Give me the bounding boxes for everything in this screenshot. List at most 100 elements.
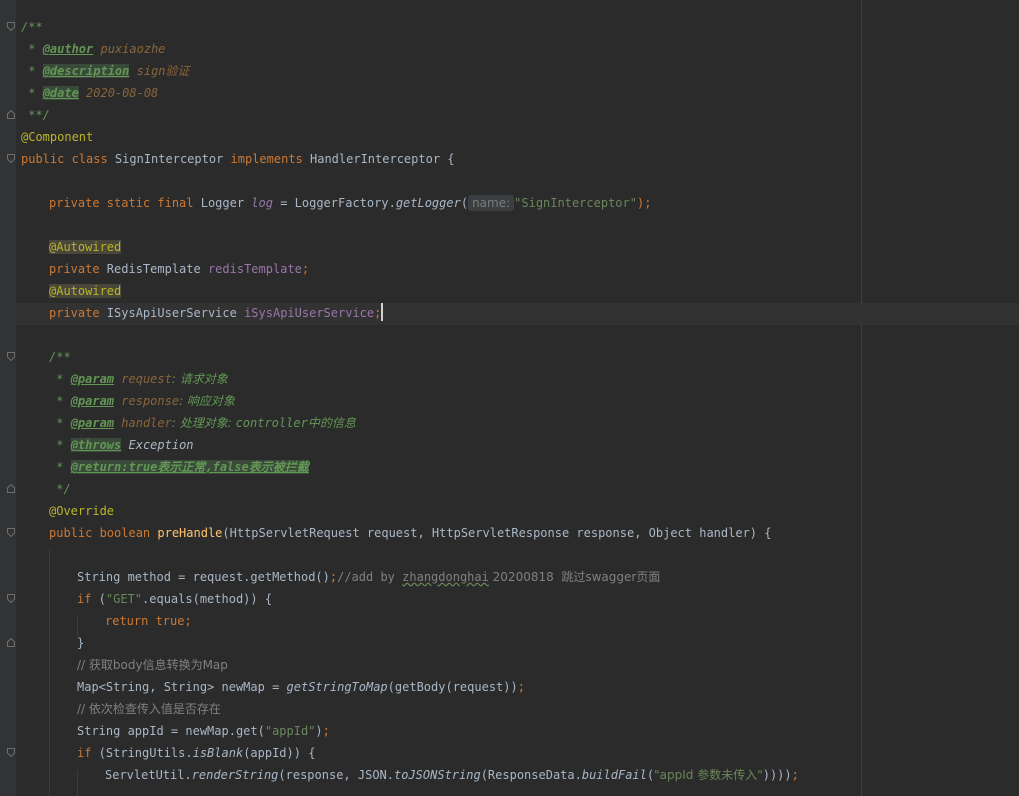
code-line[interactable]: @Component (21, 126, 93, 148)
keyword: return true (105, 614, 185, 628)
code-text: .equals(method)) { (142, 592, 273, 606)
code-line[interactable]: @Override (49, 500, 114, 522)
code-text: ( (91, 592, 106, 606)
fold-collapse-icon[interactable] (7, 528, 15, 537)
code-text: (response, JSON. (278, 768, 394, 782)
text-caret (381, 303, 384, 321)
static-method: buildFail (581, 768, 647, 782)
static-method: renderString (191, 768, 279, 782)
static-field: log (251, 196, 273, 210)
fold-collapse-icon[interactable] (7, 352, 15, 361)
code-line[interactable]: // 依次检查传入值是否存在 (77, 698, 221, 720)
field-name: redisTemplate (207, 262, 302, 276)
code-line[interactable]: * @return:true表示正常,false表示被拦截 (49, 456, 309, 478)
comment-username: zhangdonghai (402, 570, 489, 584)
code-line[interactable]: private static final Logger log = Logger… (49, 192, 651, 214)
code-line[interactable]: ServletUtil.renderString(response, JSON.… (105, 764, 799, 786)
code-line[interactable]: **/ (21, 104, 50, 126)
javadoc-tag: @param (70, 372, 115, 386)
javadoc-value: 2020-08-08 (78, 86, 159, 100)
fold-expand-end-icon[interactable] (7, 110, 15, 119)
fold-collapse-icon[interactable] (7, 594, 15, 603)
keyword: if (77, 746, 92, 760)
code-line[interactable]: public boolean preHandle(HttpServletRequ… (49, 522, 771, 544)
javadoc-text: : 响应对象 (179, 394, 235, 408)
annotation: @Autowired (49, 284, 122, 298)
javadoc-param-name: response (114, 394, 180, 408)
annotation: @Override (49, 504, 115, 518)
javadoc-tag: @throws (70, 438, 122, 452)
fold-expand-end-icon[interactable] (7, 484, 15, 493)
code-line[interactable]: @Autowired (49, 280, 122, 302)
keyword: public class (21, 152, 108, 166)
javadoc-star: * (49, 372, 71, 386)
semicolon: ; (301, 262, 310, 276)
static-method: getStringToMap (286, 680, 388, 694)
javadoc-param-name: request (114, 372, 172, 386)
fold-collapse-icon[interactable] (7, 748, 15, 757)
code-line[interactable]: * @author puxiaozhe (21, 38, 166, 60)
code-text: (ResponseData. (480, 768, 582, 782)
semicolon: ; (184, 614, 192, 628)
javadoc-text: : 请求对象 (171, 372, 228, 386)
code-line[interactable]: Map<String, String> newMap = getStringTo… (77, 676, 525, 698)
line-comment: //add by (337, 570, 403, 584)
keyword: implements (230, 152, 303, 166)
javadoc-tag: @param (70, 416, 115, 430)
code-line[interactable]: private RedisTemplate redisTemplate; (49, 258, 309, 280)
code-text: ); (636, 196, 652, 210)
semicolon: ; (517, 680, 525, 694)
fold-collapse-icon[interactable] (7, 154, 15, 163)
javadoc-text: 中的信息 (307, 416, 356, 430)
code-line[interactable]: * @param request: 请求对象 (49, 368, 228, 390)
parameter-hint: name: (468, 195, 515, 211)
field-name: iSysApiUserService (244, 306, 375, 320)
code-line[interactable]: * @param response: 响应对象 (49, 390, 235, 412)
code-editor[interactable]: /** * @author puxiaozhe * @description s… (0, 0, 1019, 796)
code-line[interactable]: * @date 2020-08-08 (21, 82, 158, 104)
javadoc-star: * (49, 460, 71, 474)
code-line[interactable]: * @description sign验证 (21, 60, 190, 82)
code-line[interactable]: * @throws Exception (49, 434, 194, 456)
javadoc-star: * (21, 64, 43, 78)
code-line[interactable]: /** (49, 346, 71, 368)
annotation: @Component (21, 130, 94, 144)
javadoc-star: * (21, 86, 43, 100)
code-line[interactable]: String appId = newMap.get("appId"); (77, 720, 330, 742)
string-literal: "appId" (264, 724, 316, 738)
javadoc-star: * (21, 42, 43, 56)
code-line[interactable]: return true; (105, 610, 192, 632)
javadoc-param-name: handler (114, 416, 172, 430)
static-method: isBlank (192, 746, 244, 760)
code-line[interactable]: * @param handler: 处理对象: controller中的信息 (49, 412, 356, 434)
code-line[interactable]: public class SignInterceptor implements … (21, 148, 455, 170)
type-name: Logger (193, 196, 252, 210)
keyword: private (49, 306, 100, 320)
javadoc-tag: @return:true表示正常,false表示被拦截 (70, 460, 309, 474)
paren: ( (460, 196, 469, 210)
code-line[interactable]: private ISysApiUserService iSysApiUserSe… (49, 302, 384, 324)
code-line[interactable]: // 获取body信息转换为Map (77, 654, 228, 676)
javadoc-star: * (49, 438, 71, 452)
code-line[interactable]: String method = request.getMethod();//ad… (77, 566, 660, 588)
semicolon: ; (374, 306, 382, 320)
static-method: toJSONString (394, 768, 481, 782)
line-comment: 20200818 跳过swagger页面 (488, 570, 661, 584)
code-text: ServletUtil. (105, 768, 192, 782)
code-line[interactable]: /** (21, 16, 43, 38)
code-line[interactable]: if (StringUtils.isBlank(appId)) { (77, 742, 315, 764)
string-literal: "GET" (105, 592, 143, 606)
code-line[interactable]: } (77, 632, 84, 654)
editor-gutter[interactable] (0, 0, 16, 796)
code-text: ) (315, 724, 323, 738)
code-text: (HttpServletRequest request, HttpServlet… (222, 526, 772, 540)
fold-collapse-icon[interactable] (7, 22, 15, 31)
code-line[interactable]: @Autowired (49, 236, 122, 258)
code-text: HandlerInterceptor { (302, 152, 455, 166)
code-line[interactable]: */ (49, 478, 70, 500)
javadoc-value: puxiaozhe (93, 42, 166, 56)
fold-expand-end-icon[interactable] (7, 638, 15, 647)
javadoc-star: * (49, 394, 71, 408)
code-line[interactable]: if ("GET".equals(method)) { (77, 588, 272, 610)
code-text: (appId)) { (243, 746, 316, 760)
